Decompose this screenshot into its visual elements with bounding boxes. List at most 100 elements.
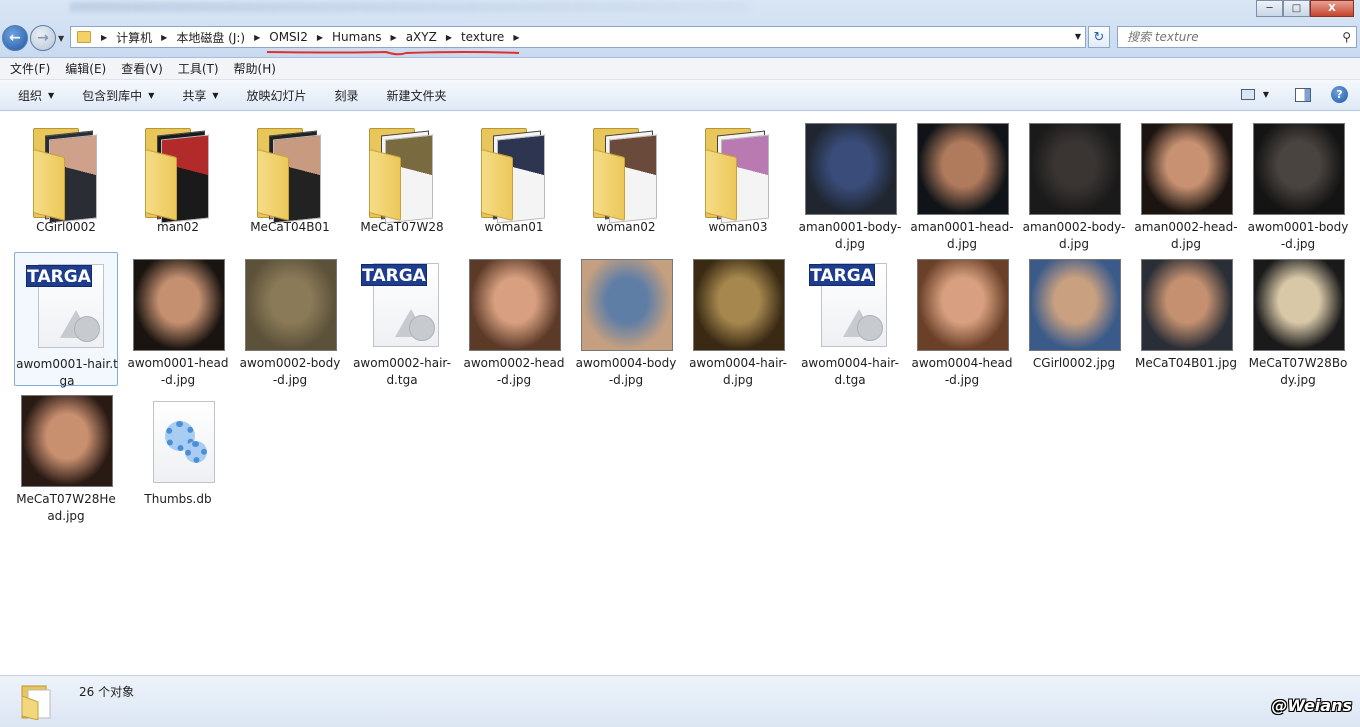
- file-item[interactable]: MeCaT07W28Body.jpg: [1246, 252, 1350, 387]
- targa-file-icon: TARGA: [805, 259, 897, 351]
- image-thumbnail: [581, 259, 673, 351]
- file-item[interactable]: CGirl0002: [14, 116, 118, 250]
- maximize-button[interactable]: □: [1283, 0, 1310, 17]
- burn-button[interactable]: 刻录: [335, 87, 359, 104]
- targa-file-icon: TARGA: [357, 259, 449, 351]
- menu-item[interactable]: 文件(F): [10, 60, 50, 77]
- breadcrumb-item[interactable]: 本地磁盘 (J:): [173, 27, 248, 47]
- close-button[interactable]: X: [1310, 0, 1354, 17]
- back-arrow-icon[interactable]: ←: [2, 25, 28, 51]
- nav-buttons: ← → ▼: [2, 25, 64, 51]
- organize-label: 组织: [18, 88, 43, 103]
- folder-icon: [21, 685, 51, 720]
- search-icon[interactable]: ⚲: [1342, 30, 1351, 44]
- search-input[interactable]: [1118, 27, 1323, 47]
- file-item[interactable]: woman02: [574, 116, 678, 250]
- file-item[interactable]: awom0001-body-d.jpg: [1246, 116, 1350, 251]
- breadcrumb-item[interactable]: Humans: [329, 27, 385, 47]
- chevron-right-icon[interactable]: ▶: [391, 33, 397, 42]
- file-item[interactable]: MeCaT04B01.jpg: [1134, 252, 1238, 386]
- file-name: aman0002-body-d.jpg: [1022, 220, 1126, 251]
- breadcrumb-item[interactable]: aXYZ: [403, 27, 440, 47]
- view-mode-icon[interactable]: [1240, 89, 1255, 100]
- file-item[interactable]: aman0002-head-d.jpg: [1134, 116, 1238, 251]
- forward-arrow-icon[interactable]: →: [30, 25, 56, 51]
- file-item[interactable]: TARGA awom0002-hair-d.tga: [350, 252, 454, 387]
- file-item[interactable]: woman01: [462, 116, 566, 250]
- chevron-down-icon[interactable]: ▼: [1263, 90, 1269, 99]
- menu-item[interactable]: 查看(V): [121, 60, 163, 77]
- breadcrumb-item[interactable]: OMSI2: [266, 27, 311, 47]
- recent-pages-dropdown-icon[interactable]: ▼: [58, 34, 64, 43]
- chevron-right-icon[interactable]: ▶: [254, 33, 260, 42]
- image-thumbnail: [1253, 123, 1345, 215]
- file-item[interactable]: MeCaT04B01: [238, 116, 342, 250]
- blurred-title-strip: [70, 2, 750, 12]
- address-bar[interactable]: ▶ 计算机 ▶ 本地磁盘 (J:) ▶ OMSI2 ▶ Humans ▶ aXYZ ▶ textur…: [70, 26, 1086, 48]
- folder-icon: [133, 123, 225, 224]
- title-bar: ─ □ X ← → ▼ ▶ 计算机 ▶ 本地磁盘 (J:) ▶ OMSI2 ▶ Humans…: [0, 0, 1360, 58]
- folder-icon: [21, 123, 113, 224]
- chevron-right-icon[interactable]: ▶: [161, 33, 167, 42]
- file-name: awom0004-body-d.jpg: [575, 356, 677, 387]
- folder-icon: [357, 123, 449, 224]
- file-item[interactable]: aman0001-head-d.jpg: [910, 116, 1014, 251]
- chevron-down-icon: ▼: [212, 90, 219, 100]
- red-annotation-underline: [266, 50, 520, 56]
- file-name: awom0002-hair-d.tga: [353, 356, 451, 387]
- image-thumbnail: [21, 395, 113, 487]
- file-item[interactable]: woman03: [686, 116, 790, 250]
- refresh-icon[interactable]: ↻: [1088, 26, 1110, 48]
- preview-pane-icon[interactable]: [1295, 87, 1311, 102]
- file-item[interactable]: awom0004-hair-d.jpg: [686, 252, 790, 387]
- menu-item[interactable]: 编辑(E): [65, 60, 106, 77]
- file-item[interactable]: awom0002-head-d.jpg: [462, 252, 566, 387]
- file-item[interactable]: aman0002-body-d.jpg: [1022, 116, 1126, 251]
- file-item[interactable]: man02: [126, 116, 230, 250]
- chevron-right-icon[interactable]: ▶: [446, 33, 452, 42]
- file-name: awom0004-hair-d.tga: [801, 356, 899, 387]
- image-thumbnail: [917, 259, 1009, 351]
- folder-icon: [693, 123, 785, 224]
- file-item[interactable]: awom0004-head-d.jpg: [910, 252, 1014, 387]
- breadcrumb-item[interactable]: texture: [458, 27, 507, 47]
- file-item[interactable]: MeCaT07W28Head.jpg: [14, 388, 118, 523]
- file-item[interactable]: awom0002-body-d.jpg: [238, 252, 342, 387]
- chevron-right-icon[interactable]: ▶: [101, 33, 107, 42]
- include-library-button[interactable]: 包含到库中 ▼: [82, 87, 154, 104]
- file-item[interactable]: awom0004-body-d.jpg: [574, 252, 678, 387]
- file-name: MeCaT04B01.jpg: [1135, 356, 1237, 370]
- organize-button[interactable]: 组织 ▼: [18, 87, 54, 104]
- file-name: woman01: [484, 220, 544, 234]
- file-item[interactable]: TARGA awom0001-hair.tga: [14, 252, 118, 388]
- file-name: awom0001-body-d.jpg: [1247, 220, 1349, 251]
- file-item[interactable]: TARGA awom0004-hair-d.tga: [798, 252, 902, 387]
- image-thumbnail: [245, 259, 337, 351]
- new-folder-button[interactable]: 新建文件夹: [387, 87, 447, 104]
- minimize-button[interactable]: ─: [1256, 0, 1283, 17]
- gear-icon: [133, 395, 225, 487]
- chevron-down-icon[interactable]: ▼: [1075, 32, 1081, 41]
- chevron-right-icon[interactable]: ▶: [513, 33, 519, 42]
- share-button[interactable]: 共享 ▼: [182, 87, 218, 104]
- menu-item[interactable]: 工具(T): [178, 60, 219, 77]
- image-thumbnail: [1141, 123, 1233, 215]
- file-name: woman02: [596, 220, 656, 234]
- image-thumbnail: [133, 259, 225, 351]
- chevron-right-icon[interactable]: ▶: [317, 33, 323, 42]
- help-icon[interactable]: ?: [1331, 86, 1348, 103]
- item-count: 26 个对象: [79, 685, 135, 699]
- folder-icon: [77, 31, 91, 43]
- slideshow-button[interactable]: 放映幻灯片: [247, 87, 307, 104]
- file-item[interactable]: awom0001-head-d.jpg: [126, 252, 230, 387]
- file-item[interactable]: aman0001-body-d.jpg: [798, 116, 902, 251]
- file-name: awom0004-hair-d.jpg: [689, 356, 787, 387]
- status-bar: 26 个对象 @Weians: [0, 675, 1360, 727]
- file-item[interactable]: MeCaT07W28: [350, 116, 454, 250]
- file-name: awom0002-body-d.jpg: [239, 356, 341, 387]
- file-item[interactable]: CGirl0002.jpg: [1022, 252, 1126, 386]
- menu-item[interactable]: 帮助(H): [234, 60, 276, 77]
- file-item[interactable]: Thumbs.db: [126, 388, 230, 522]
- breadcrumb-item[interactable]: 计算机: [113, 27, 155, 47]
- view-controls: ▼ ?: [1240, 86, 1348, 103]
